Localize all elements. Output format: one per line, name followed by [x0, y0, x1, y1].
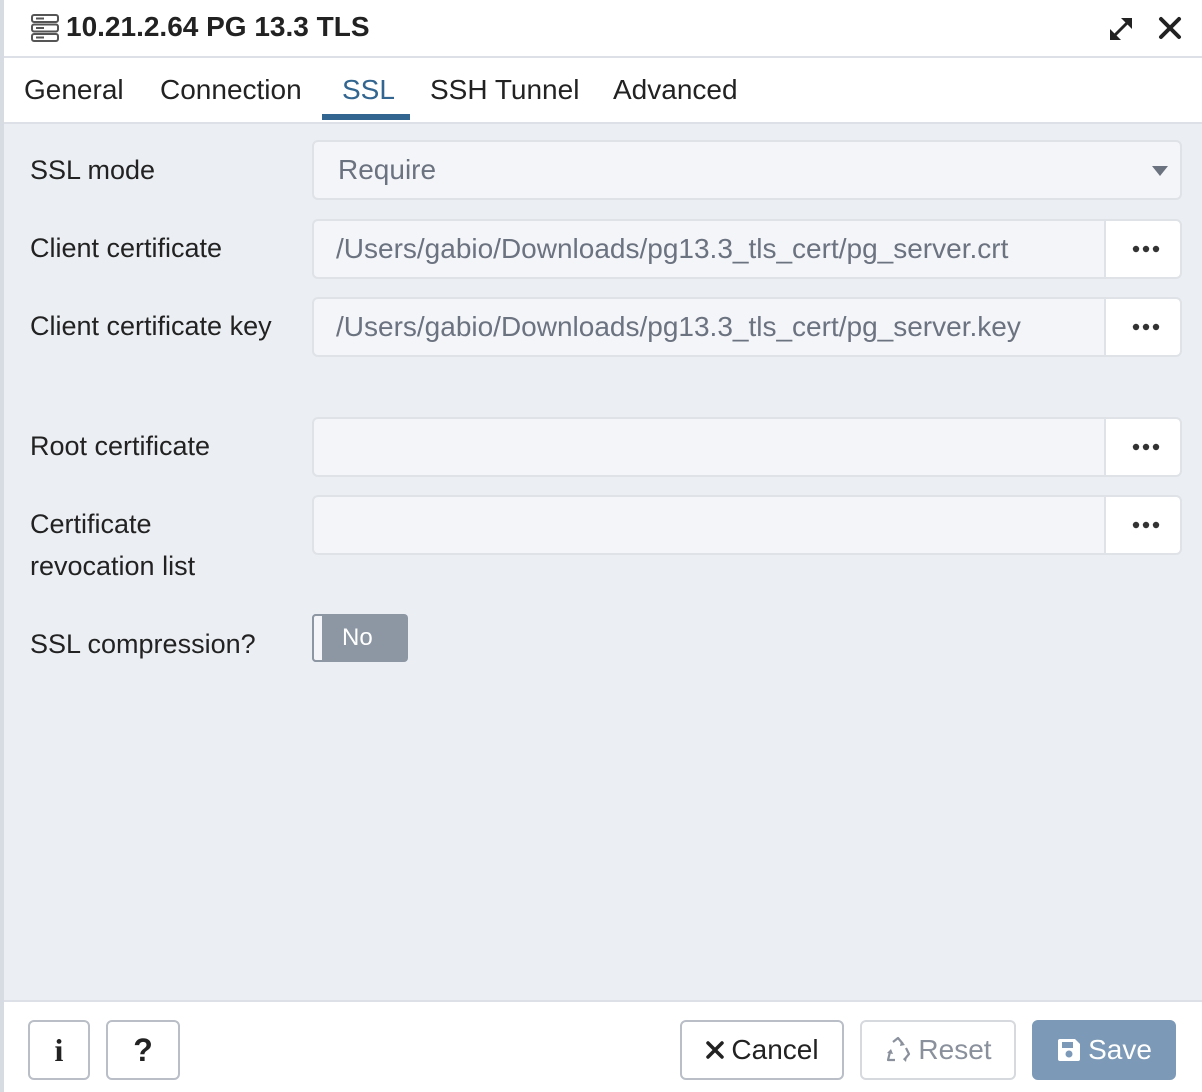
client-certificate-key-browse-button[interactable] — [1104, 297, 1182, 357]
certificate-revocation-list-browse-button[interactable] — [1104, 495, 1182, 555]
ssl-mode-select[interactable]: Require — [312, 140, 1182, 200]
tab-connection[interactable]: Connection — [160, 72, 302, 108]
help-icon: ? — [133, 1031, 153, 1068]
dialog-footer: i ? Cancel Reset Save — [4, 1000, 1202, 1092]
close-icon — [706, 1041, 725, 1059]
reset-button[interactable]: Reset — [860, 1020, 1016, 1080]
tab-ssh-tunnel[interactable]: SSH Tunnel — [430, 72, 579, 108]
title-bar: 10.21.2.64 PG 13.3 TLS — [4, 0, 1202, 58]
cancel-button[interactable]: Cancel — [680, 1020, 844, 1080]
root-certificate-input[interactable] — [312, 417, 1104, 477]
ssl-mode-label: SSL mode — [30, 155, 156, 185]
server-icon — [31, 14, 59, 42]
more-icon — [1132, 323, 1160, 331]
ssl-mode-value: Require — [338, 154, 437, 185]
close-icon[interactable] — [1156, 14, 1184, 42]
cancel-label: Cancel — [731, 1034, 819, 1065]
help-button[interactable]: ? — [106, 1020, 180, 1080]
save-label: Save — [1088, 1034, 1152, 1065]
more-icon — [1132, 245, 1160, 253]
client-certificate-key-input[interactable] — [312, 297, 1104, 357]
caret-down-icon — [1152, 166, 1168, 176]
certificate-revocation-list-label: Certificate revocation list — [30, 509, 196, 581]
client-certificate-input[interactable] — [312, 219, 1104, 279]
client-certificate-key-label: Client certificate key — [30, 311, 272, 341]
tab-ssl[interactable]: SSL — [342, 72, 395, 108]
floppy-disk-icon — [1058, 1039, 1081, 1061]
server-dialog: 10.21.2.64 PG 13.3 TLS General Connectio… — [0, 0, 1202, 1092]
info-button[interactable]: i — [28, 1020, 90, 1080]
more-icon — [1132, 521, 1160, 529]
client-certificate-label: Client certificate — [30, 233, 223, 263]
tab-advanced[interactable]: Advanced — [613, 72, 738, 108]
client-certificate-browse-button[interactable] — [1104, 219, 1182, 279]
root-certificate-label: Root certificate — [30, 431, 211, 461]
more-icon — [1132, 443, 1160, 451]
maximize-icon[interactable] — [1106, 14, 1136, 44]
dialog-title: 10.21.2.64 PG 13.3 TLS — [66, 11, 370, 42]
toggle-handle — [312, 614, 324, 662]
recycle-icon — [887, 1036, 911, 1062]
tab-bar: General Connection SSL SSH Tunnel Advanc… — [4, 58, 1202, 124]
certificate-revocation-list-input[interactable] — [312, 495, 1104, 555]
reset-label: Reset — [918, 1034, 992, 1065]
active-tab-indicator — [322, 114, 410, 120]
save-button[interactable]: Save — [1032, 1020, 1176, 1080]
info-icon: i — [54, 1031, 64, 1068]
root-certificate-browse-button[interactable] — [1104, 417, 1182, 477]
ssl-form: SSL mode Require Client certificate Clie… — [4, 124, 1202, 1000]
tab-general[interactable]: General — [24, 72, 124, 108]
ssl-compression-label: SSL compression? — [30, 629, 256, 659]
ssl-compression-toggle[interactable]: No — [312, 614, 408, 662]
ssl-compression-value: No — [342, 624, 373, 651]
